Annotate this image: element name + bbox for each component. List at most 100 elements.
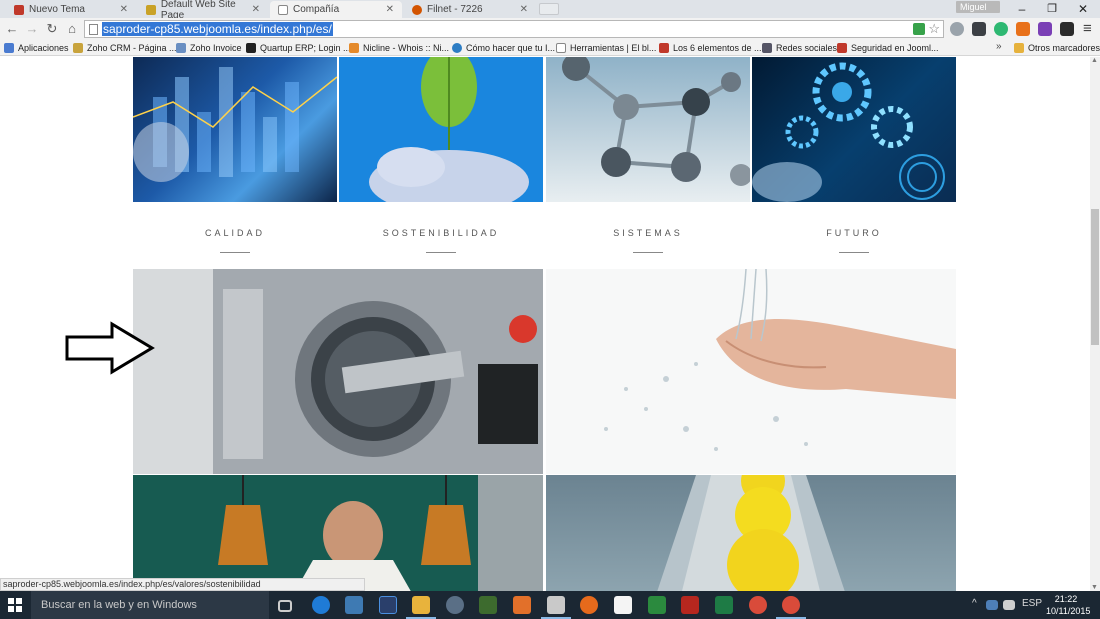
bookmark-item[interactable]: Redes sociales <box>762 41 837 55</box>
tab-title: Nuevo Tema <box>29 4 85 15</box>
bookmark-item[interactable]: Nicline - Whois :: Ni... <box>349 41 449 55</box>
vertical-scrollbar[interactable]: ▲ ▼ <box>1090 57 1100 591</box>
status-bar-url: saproder-cp85.webjoomla.es/index.php/es/… <box>0 578 365 591</box>
close-icon[interactable]: ✕ <box>120 4 128 15</box>
extension-icon[interactable] <box>950 22 964 36</box>
other-bookmarks[interactable]: Otros marcadores <box>1014 41 1100 55</box>
filezilla-icon[interactable] <box>681 596 699 614</box>
taskbar-search-input[interactable]: Buscar en la web y en Windows <box>31 591 269 619</box>
bookmark-item[interactable]: Seguridad en Jooml... <box>837 41 939 55</box>
menu-icon[interactable]: ≡ <box>1083 20 1092 37</box>
chef-lamps-image <box>133 475 543 591</box>
globe-icon <box>452 43 462 53</box>
bookmark-label: Otros marcadores <box>1028 43 1100 53</box>
windows-start-icon[interactable] <box>8 598 22 612</box>
bookmark-item[interactable]: Quartup ERP; Login ... <box>246 41 351 55</box>
task-view-icon[interactable] <box>278 600 292 612</box>
category-sostenibilidad-link[interactable]: SOSTENIBILIDAD <box>339 228 543 238</box>
reload-icon[interactable]: ↻ <box>44 21 60 37</box>
file-explorer-icon[interactable] <box>406 596 436 619</box>
kitchen-chef-image[interactable] <box>133 475 543 591</box>
lemons-conveyor-image[interactable] <box>546 475 956 591</box>
onedrive-icon[interactable] <box>986 600 998 610</box>
leaf-glove-image <box>369 57 529 202</box>
bookmark-item[interactable]: Zoho CRM - Página ... <box>73 41 177 55</box>
extension-icon[interactable] <box>1016 22 1030 36</box>
photoshop-icon[interactable] <box>379 596 397 614</box>
tab-compania[interactable]: Compañía ✕ <box>270 1 402 18</box>
app-icon[interactable] <box>614 596 632 614</box>
laundry-machine-image[interactable] <box>133 269 543 474</box>
extension-icon[interactable] <box>972 22 986 36</box>
bookmark-item[interactable]: Herramientas | El bl... <box>556 41 656 55</box>
grammarly-icon[interactable] <box>994 22 1008 36</box>
close-icon[interactable]: ✕ <box>520 4 528 15</box>
divider <box>426 252 456 253</box>
app-icon[interactable] <box>345 596 363 614</box>
forward-arrow-icon[interactable]: → <box>24 21 40 37</box>
extension-icon[interactable] <box>1060 22 1074 36</box>
quartup-icon <box>246 43 256 53</box>
extension-icon[interactable] <box>1038 22 1052 36</box>
futuro-image[interactable] <box>752 57 956 202</box>
app-icon[interactable] <box>648 596 666 614</box>
bookmarks-overflow-button[interactable]: » <box>996 41 1002 52</box>
window-close-icon[interactable]: ✕ <box>1073 2 1093 16</box>
tab-nuevo-tema[interactable]: Nuevo Tema ✕ <box>6 1 136 18</box>
bookmark-label: Cómo hacer que tu I... <box>466 43 556 53</box>
bookmark-label: Seguridad en Jooml... <box>851 43 939 53</box>
chevron-up-icon[interactable]: ^ <box>972 598 977 609</box>
page-icon <box>556 43 566 53</box>
app-icon[interactable] <box>446 596 464 614</box>
category-calidad-link[interactable]: CALIDAD <box>133 228 337 238</box>
user-profile-button[interactable]: Miguel <box>956 1 1000 13</box>
scrollbar-thumb[interactable] <box>1091 209 1099 345</box>
zoho-invoice-icon <box>176 43 186 53</box>
calidad-image[interactable] <box>133 57 337 202</box>
back-arrow-icon[interactable]: ← <box>4 21 20 37</box>
extension-icon[interactable] <box>913 23 925 35</box>
category-futuro-link[interactable]: FUTURO <box>752 228 956 238</box>
bookmark-label: Aplicaciones <box>18 43 69 53</box>
bookmark-apps[interactable]: Aplicaciones <box>4 41 69 55</box>
bookmark-item[interactable]: Los 6 elementos de ... <box>659 41 762 55</box>
gears-image <box>752 62 945 202</box>
home-icon[interactable]: ⌂ <box>64 21 80 37</box>
new-tab-button[interactable] <box>539 3 559 15</box>
scroll-up-icon[interactable]: ▲ <box>1091 57 1098 64</box>
windows-taskbar: Buscar en la web y en Windows ^ ESP 21:2… <box>0 591 1100 619</box>
notification-icon[interactable] <box>1003 600 1015 610</box>
chrome-icon[interactable] <box>776 596 806 619</box>
lemons-image <box>657 475 845 591</box>
annotation-arrow-icon <box>65 321 155 375</box>
sistemas-image[interactable] <box>546 57 750 202</box>
star-icon[interactable]: ☆ <box>928 21 940 37</box>
chrome-icon[interactable] <box>749 596 767 614</box>
category-sistemas-link[interactable]: SISTEMAS <box>546 228 750 238</box>
divider <box>220 252 250 253</box>
tab-filnet[interactable]: Filnet - 7226 ✕ <box>404 1 536 18</box>
dreamweaver-icon[interactable] <box>479 596 497 614</box>
scroll-down-icon[interactable]: ▼ <box>1091 584 1098 591</box>
bookmark-favicon-icon <box>659 43 669 53</box>
firefox-icon[interactable] <box>580 596 598 614</box>
minimize-icon[interactable]: – <box>1012 2 1032 16</box>
sostenibilidad-image[interactable] <box>339 57 543 202</box>
url-text[interactable]: saproder-cp85.webjoomla.es/index.php/es/ <box>102 22 333 36</box>
edge-icon[interactable] <box>312 596 330 614</box>
restore-icon[interactable]: ❐ <box>1042 2 1062 15</box>
outlook-icon[interactable] <box>541 596 571 619</box>
bookmark-item[interactable]: Cómo hacer que tu I... <box>452 41 555 55</box>
xampp-icon[interactable] <box>513 596 531 614</box>
close-icon[interactable]: ✕ <box>252 4 260 15</box>
address-bar[interactable]: saproder-cp85.webjoomla.es/index.php/es/… <box>84 20 944 38</box>
water-hands-image[interactable] <box>546 269 956 474</box>
app-icon[interactable] <box>715 596 733 614</box>
tab-default-web-site[interactable]: Default Web Site Page ✕ <box>138 0 268 21</box>
taskbar-clock[interactable]: 21:22 10/11/2015 <box>1046 593 1090 617</box>
close-icon[interactable]: ✕ <box>386 4 394 15</box>
language-indicator[interactable]: ESP <box>1022 598 1042 609</box>
bookmark-favicon-icon <box>762 43 772 53</box>
bookmark-item[interactable]: Zoho Invoice <box>176 41 242 55</box>
folder-icon <box>1014 43 1024 53</box>
